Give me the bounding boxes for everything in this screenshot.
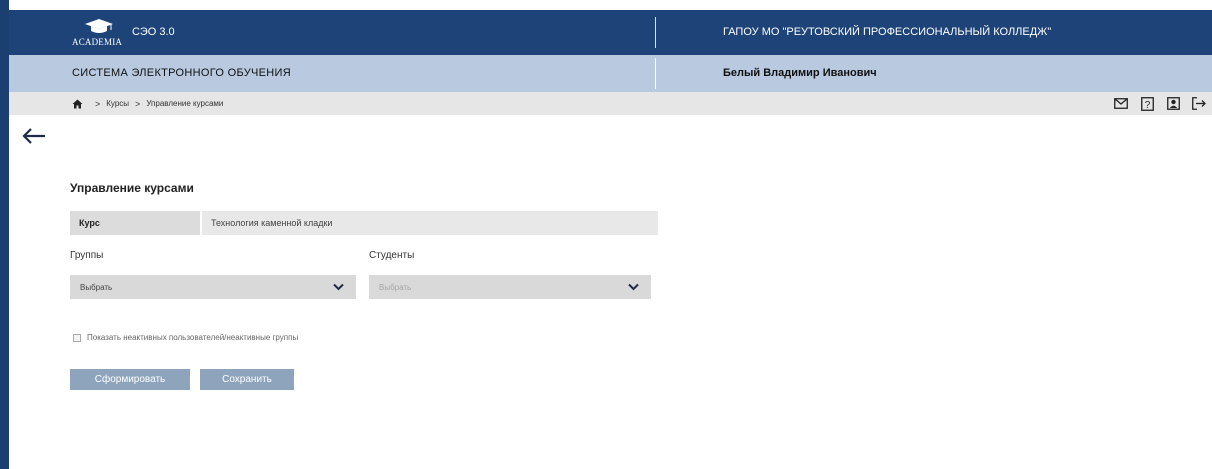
logo-text: ACADEMIA xyxy=(72,37,123,47)
help-icon: ? xyxy=(1140,96,1154,111)
groups-label: Группы xyxy=(70,250,104,261)
user-name: Белый Владимир Иванович xyxy=(723,67,877,79)
breadcrumb-bar: > Курсы > Управление курсами ? xyxy=(9,92,1212,115)
show-inactive-label: Показать неактивных пользователей/неакти… xyxy=(87,333,299,342)
logout-button[interactable] xyxy=(1186,94,1212,113)
course-value: Технология каменной кладки xyxy=(200,211,658,235)
breadcrumb: > Курсы > Управление курсами xyxy=(72,92,223,115)
groups-select-value: Выбрать xyxy=(80,283,113,292)
mail-button[interactable] xyxy=(1108,94,1134,113)
mail-icon xyxy=(1114,98,1128,109)
show-inactive-checkbox[interactable] xyxy=(73,333,81,342)
breadcrumb-item-course-management: Управление курсами xyxy=(146,99,224,108)
help-button[interactable]: ? xyxy=(1134,94,1160,113)
sub-header: СИСТЕМА ЭЛЕКТРОННОГО ОБУЧЕНИЯ Белый Влад… xyxy=(9,55,1212,92)
chevron-down-icon xyxy=(333,283,344,291)
home-icon[interactable] xyxy=(72,99,83,109)
chevron-down-icon xyxy=(628,283,639,291)
back-arrow-icon[interactable] xyxy=(22,127,46,145)
app-version: СЭО 3.0 xyxy=(132,26,175,38)
organization-name: ГАПОУ МО "РЕУТОВСКИЙ ПРОФЕССИОНАЛЬНЫЙ КО… xyxy=(723,26,1052,38)
course-info-row: Курс Технология каменной кладки xyxy=(70,211,658,235)
breadcrumb-separator: > xyxy=(135,98,141,109)
save-button[interactable]: Сохранить xyxy=(200,369,294,390)
system-title: СИСТЕМА ЭЛЕКТРОННОГО ОБУЧЕНИЯ xyxy=(72,67,291,79)
header-actions: ? xyxy=(1108,94,1212,113)
profile-button[interactable] xyxy=(1160,94,1186,113)
profile-icon xyxy=(1166,97,1180,110)
graduation-cap-icon xyxy=(85,19,113,33)
students-select[interactable]: Выбрать xyxy=(369,275,651,299)
subheader-divider xyxy=(655,58,656,89)
groups-select[interactable]: Выбрать xyxy=(70,275,356,299)
logout-icon xyxy=(1192,97,1206,110)
students-select-value: Выбрать xyxy=(379,283,412,292)
header-divider xyxy=(655,17,656,48)
course-label: Курс xyxy=(70,211,200,235)
svg-text:?: ? xyxy=(1144,100,1150,111)
form-report-button[interactable]: Сформировать xyxy=(70,369,190,390)
show-inactive-option[interactable]: Показать неактивных пользователей/неакти… xyxy=(73,333,298,342)
page-title: Управление курсами xyxy=(70,181,194,195)
academia-logo[interactable]: ACADEMIA xyxy=(72,18,128,48)
breadcrumb-item-courses[interactable]: Курсы xyxy=(106,99,129,108)
left-edge-strip xyxy=(0,0,9,469)
breadcrumb-separator: > xyxy=(95,98,101,109)
students-label: Студенты xyxy=(369,250,415,261)
top-header: ACADEMIA СЭО 3.0 ГАПОУ МО "РЕУТОВСКИЙ ПР… xyxy=(9,10,1212,55)
